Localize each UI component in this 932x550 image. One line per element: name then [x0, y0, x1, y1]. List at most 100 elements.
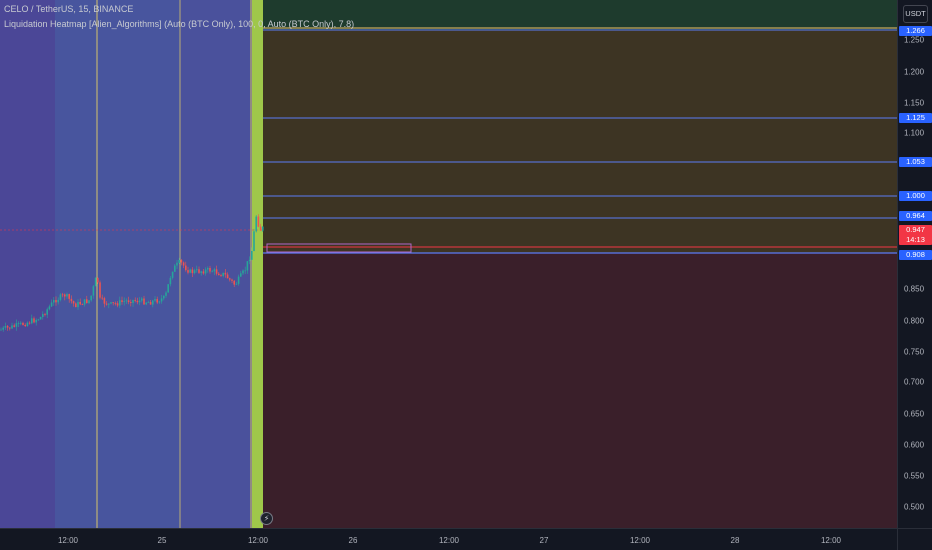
candle-body — [0, 329, 2, 331]
zone-red — [263, 253, 897, 528]
candle-body — [66, 294, 68, 297]
candle-body — [167, 284, 169, 293]
candle-body — [136, 300, 139, 303]
candle-body — [191, 269, 194, 274]
price-tick: 0.550 — [904, 471, 925, 481]
price-tag-1000: 1.000 — [899, 191, 932, 201]
candle-body — [189, 269, 191, 273]
candle-body — [42, 314, 44, 317]
candle-body — [198, 269, 200, 273]
candle-body — [211, 271, 213, 273]
candle-body — [257, 216, 260, 227]
candle-body — [202, 271, 205, 274]
candle-body — [116, 303, 119, 306]
candle-body — [4, 326, 7, 328]
price-tag-1125: 1.125 — [899, 113, 932, 123]
candle-body — [213, 269, 216, 272]
candle-body — [196, 269, 198, 271]
candle-body — [35, 319, 37, 323]
candle-body — [224, 272, 227, 275]
candle-body — [147, 302, 150, 303]
candle-body — [28, 322, 31, 324]
candle-body — [11, 325, 13, 329]
candle-body — [143, 298, 145, 305]
candle-body — [92, 286, 95, 296]
candle-body — [248, 259, 251, 262]
candle-body — [246, 261, 249, 271]
time-tick: 12:00 — [247, 536, 269, 545]
candle-body — [70, 298, 73, 302]
candle-body — [160, 298, 163, 302]
candle-body — [176, 262, 178, 266]
time-tick: 25 — [157, 536, 167, 545]
current-price-value: 0.947 — [906, 225, 925, 234]
candle-body — [61, 294, 64, 296]
candle-body — [226, 274, 229, 279]
price-tick: 1.100 — [904, 128, 925, 138]
zone-green — [263, 0, 897, 30]
price-tick: 1.250 — [904, 35, 925, 45]
price-scale[interactable]: 1.250 1.200 1.150 1.100 0.850 0.800 0.75… — [897, 0, 932, 528]
candle-body — [50, 302, 53, 307]
candle-body — [215, 269, 218, 274]
candle-body — [244, 270, 246, 272]
candle-body — [112, 302, 114, 304]
time-scale[interactable]: 12:00 25 12:00 26 12:00 27 12:00 28 12:0… — [0, 528, 897, 550]
candle-body — [182, 262, 185, 266]
candle-body — [99, 282, 101, 298]
candle-body — [185, 265, 187, 271]
time-tick: 12:00 — [629, 536, 651, 545]
current-price-tag: 0.947 14:13 — [899, 225, 932, 245]
lightning-icon[interactable]: ⚡ — [260, 512, 273, 525]
scale-corner — [897, 528, 932, 550]
history-band-mid — [55, 0, 180, 528]
candle-body — [94, 277, 97, 287]
time-tick: 12:00 — [820, 536, 842, 545]
candle-body — [39, 316, 42, 320]
time-tick: 26 — [348, 536, 358, 545]
candle-body — [178, 259, 180, 263]
price-tick: 0.650 — [904, 409, 925, 419]
history-band-left — [0, 0, 55, 528]
price-tick: 0.600 — [904, 440, 925, 450]
candle-body — [22, 322, 24, 325]
candle-body — [17, 323, 20, 324]
price-tick: 0.700 — [904, 377, 925, 387]
candle-body — [218, 273, 220, 276]
candle-body — [46, 309, 48, 315]
candle-body — [165, 292, 167, 296]
candle-body — [253, 231, 255, 251]
candle-body — [235, 283, 238, 285]
candle-body — [114, 303, 117, 304]
candle-body — [44, 314, 46, 315]
candle-body — [79, 301, 81, 305]
candle-body — [55, 300, 57, 303]
candle-body — [200, 271, 202, 273]
candle-body — [15, 323, 18, 327]
candle-body — [231, 279, 233, 281]
indicator-legend[interactable]: Liquidation Heatmap [Alien_Algorithms] (… — [4, 19, 354, 29]
candle-body — [121, 300, 123, 302]
candle-body — [75, 303, 77, 308]
candle-body — [145, 302, 147, 305]
candle-body — [88, 300, 90, 304]
candle-body — [149, 302, 152, 305]
chart-canvas[interactable] — [0, 0, 897, 528]
price-tag-0908: 0.908 — [899, 250, 932, 260]
chart-pane[interactable]: CELO / TetherUS, 15, BINANCE Liquidation… — [0, 0, 897, 528]
candle-body — [33, 318, 35, 323]
symbol-legend[interactable]: CELO / TetherUS, 15, BINANCE — [4, 4, 133, 14]
candle-body — [105, 303, 108, 305]
candle-body — [169, 277, 172, 285]
candle-body — [2, 327, 4, 330]
currency-button[interactable]: USDT — [903, 5, 928, 23]
candle-body — [97, 277, 99, 283]
candle-body — [64, 294, 66, 297]
candle-body — [193, 270, 196, 274]
candle-body — [141, 298, 143, 301]
candle-body — [59, 294, 62, 300]
time-tick: 12:00 — [57, 536, 79, 545]
candle-body — [259, 226, 262, 231]
candle-body — [233, 280, 235, 285]
candle-body — [132, 299, 134, 304]
